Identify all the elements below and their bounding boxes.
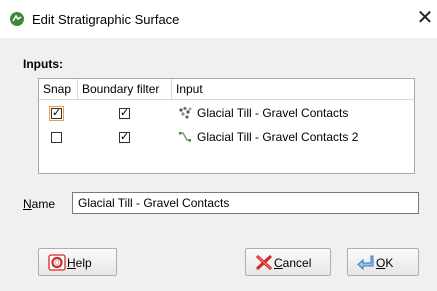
- inputs-label: Inputs:: [23, 57, 63, 71]
- ok-button[interactable]: OK: [347, 248, 419, 276]
- snap-checkbox[interactable]: ✓: [49, 106, 64, 121]
- close-icon[interactable]: ✕: [414, 6, 436, 30]
- polyline-icon: [179, 132, 191, 142]
- boundary-filter-checkbox[interactable]: ✓: [119, 108, 130, 119]
- table-row[interactable]: ✓ ✓ Glacial Till - Gravel Contacts: [39, 103, 414, 125]
- inputs-table: Snap Boundary filter Input ✓ ✓ Glacial T…: [38, 78, 415, 174]
- app-icon: [10, 12, 24, 26]
- boundary-filter-checkbox[interactable]: ✓: [119, 132, 130, 143]
- input-name: Glacial Till - Gravel Contacts 2: [197, 130, 359, 144]
- column-header-input[interactable]: Input: [172, 79, 412, 99]
- table-row[interactable]: ✓ Glacial Till - Gravel Contacts 2: [39, 127, 414, 149]
- help-button[interactable]: Help: [38, 248, 117, 276]
- window-title: Edit Stratigraphic Surface: [32, 12, 180, 27]
- name-label: Name: [23, 197, 56, 211]
- cancel-button[interactable]: Cancel: [245, 248, 331, 276]
- enter-arrow-icon: [357, 255, 374, 271]
- snap-checkbox[interactable]: [51, 132, 62, 143]
- column-header-snap[interactable]: Snap: [39, 79, 78, 99]
- cancel-label: Cancel: [274, 256, 312, 270]
- help-icon: [48, 254, 66, 271]
- points-icon: [179, 106, 192, 119]
- header-divider: [39, 99, 414, 100]
- cancel-icon: [256, 255, 272, 270]
- title-bar: Edit Stratigraphic Surface ✕: [0, 0, 437, 38]
- help-label: Help: [67, 256, 92, 270]
- input-name: Glacial Till - Gravel Contacts: [197, 106, 349, 120]
- column-header-boundary-filter[interactable]: Boundary filter: [78, 79, 172, 99]
- name-field[interactable]: [72, 192, 419, 214]
- ok-label: OK: [376, 256, 394, 270]
